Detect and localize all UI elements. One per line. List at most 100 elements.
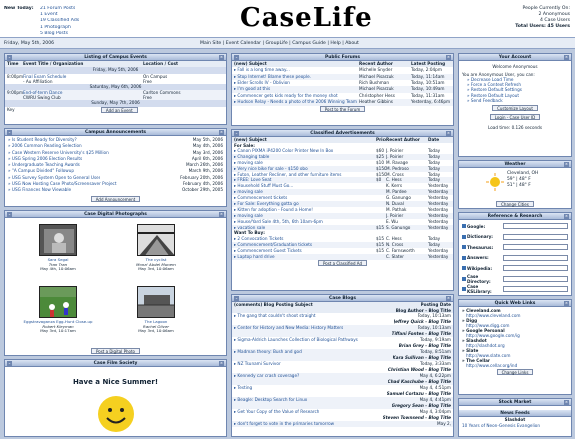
account-options: » Decrease Load Time» Force a Context Re… [459, 77, 571, 103]
reference-input[interactable] [503, 233, 568, 240]
reference-input[interactable] [503, 254, 568, 261]
close-icon[interactable]: × [446, 55, 451, 60]
reference-item: Google: [462, 221, 568, 232]
event-time: 9:00pm [7, 90, 23, 96]
link-url[interactable]: http://www.cellar.org/ind [462, 363, 568, 368]
reference-icon [462, 255, 466, 260]
reference-input[interactable] [503, 223, 568, 230]
nav-bar: Friday, May 5th, 2006 Main Site | Event … [0, 38, 575, 49]
weather-tomorrow: 51° | 48° F [507, 183, 531, 188]
event-org: - Au Affiliation [23, 78, 53, 84]
add-event-button[interactable]: Add an Event [100, 106, 138, 113]
news-feeds-title: News Feeds [500, 411, 530, 416]
collapse-icon[interactable]: – [7, 55, 12, 60]
close-icon[interactable]: × [564, 55, 569, 60]
blog-subject[interactable]: ▸ Center for History and New Media: Hist… [234, 325, 343, 331]
site-logo[interactable]: CaseLife [240, 3, 373, 34]
reference-label: Dictionary: [467, 234, 493, 240]
reference-item: Wikipedia: [462, 263, 568, 274]
collapse-icon[interactable]: – [7, 212, 12, 217]
login-button[interactable]: Login - Case User ID [489, 114, 541, 121]
current-date: Friday, May 5th, 2006 [4, 41, 55, 46]
post-photo-button[interactable]: Post a Digital Photo [90, 348, 141, 354]
want-to-buy-list: ▸ 2 Convocation Tickets $15 C. Hess Today ▸ … [232, 236, 453, 260]
blog-subject[interactable]: ▸ Get Your Copy of the Value of Research [234, 409, 319, 415]
photo-thumbnail[interactable] [39, 286, 77, 318]
close-icon[interactable]: × [219, 130, 224, 135]
blog-subject[interactable]: ▸ NZ Tsunami Survivor [234, 361, 281, 367]
post-forum-button[interactable]: Post to the Forum [319, 105, 366, 112]
blog-subject[interactable]: ▸ Sigma-Aldrich Launches Collection of B… [234, 337, 358, 343]
key-label: Key [7, 106, 15, 112]
col-price: Price [376, 137, 386, 142]
blog-subject[interactable]: ▸ The gang that couldn't shoot straight [234, 313, 316, 319]
close-icon[interactable]: × [219, 361, 224, 366]
reference-input[interactable] [503, 265, 568, 272]
announcement-link[interactable]: » USG Finances Now Viewable [8, 187, 71, 193]
collapse-icon[interactable]: – [234, 296, 239, 301]
close-icon[interactable]: × [446, 296, 451, 301]
nav-links[interactable]: Main Site | Event Calendar | GroupLife |… [200, 38, 359, 49]
for-sale-list: ▸ Canon PIXMA iP4200 Color Printer New I… [232, 148, 453, 231]
panel-title: Weather [504, 162, 526, 167]
collapse-icon[interactable]: – [7, 130, 12, 135]
reference-icon [462, 224, 466, 229]
post-classified-button[interactable]: Post a Classified Ad [318, 259, 367, 266]
account-option[interactable]: » Send Feedback [467, 98, 571, 103]
panel-title: Public Forums [325, 55, 360, 60]
film-graphic [95, 393, 137, 435]
blog-subject[interactable]: ▸ don't forget to vote in the primaries … [234, 421, 334, 427]
close-icon[interactable]: × [564, 214, 569, 219]
photo-caption: Sara Segal Tran Tran May 4th, 10:06am [23, 257, 93, 272]
change-cities-button[interactable]: Change Cities [496, 201, 534, 207]
collapse-icon[interactable]: – [7, 361, 12, 366]
change-links-button[interactable]: Change Links [496, 369, 534, 375]
reference-label: Thesaurus: [467, 244, 494, 250]
blog-list: ▸ The gang that couldn't shoot straight T… [232, 313, 453, 427]
customize-layout-button[interactable]: Customize Layout [492, 105, 538, 112]
reference-item: Case Directory: [462, 274, 568, 285]
blog-subject[interactable]: ▸ Beagle: Desktop Search for Linux [234, 397, 307, 403]
blog-subject[interactable]: ▸ Madman theory: Bush and god [234, 349, 302, 355]
panel-title: Case Digital Photographs [84, 212, 147, 217]
close-icon[interactable]: × [564, 301, 569, 306]
forum-author: Heather Gibbins [359, 99, 393, 105]
col-author: Recent Author [386, 137, 420, 142]
reference-item: Case KSLibrary: [462, 284, 568, 295]
reference-label: Answers: [467, 255, 489, 261]
close-icon[interactable]: × [564, 400, 569, 405]
panel-title: Stock Market [498, 400, 532, 405]
panel-title: Case Blogs [329, 296, 356, 301]
close-icon[interactable]: × [564, 162, 569, 167]
photo-thumbnail[interactable] [137, 224, 175, 256]
reference-list: Google: Dictionary: Thesaurus: Answers: Wiki… [459, 220, 571, 295]
table-row: ▸ don't forget to vote in the primaries … [232, 421, 453, 427]
photo-date: May 3rd, 10:17am [40, 328, 76, 334]
close-icon[interactable]: × [219, 212, 224, 217]
news-item[interactable]: 10 Years of Neon-Genesis Evangelion [459, 423, 571, 428]
add-announcement-button[interactable]: Add Announcement [90, 195, 141, 202]
reference-input[interactable] [503, 286, 568, 293]
reference-input[interactable] [503, 275, 568, 282]
collapse-icon[interactable]: – [234, 131, 239, 136]
photo-thumbnail[interactable] [39, 224, 77, 256]
collapse-icon[interactable]: – [234, 55, 239, 60]
reference-icon [462, 266, 466, 271]
panel-title: Quick Web Links [494, 301, 536, 306]
film-panel: – Case Film Society × Have a Nice Summer! [4, 359, 227, 437]
stat-blog-posts[interactable]: 5 Blog Posts [40, 31, 68, 37]
close-icon[interactable]: × [446, 131, 451, 136]
photo-date: May 3rd, 10:06am [138, 328, 174, 334]
ad-date: Yesterday [428, 253, 449, 259]
reference-item: Answers: [462, 253, 568, 264]
events-panel: – Listing of Campus Events × Time Event Tit… [4, 53, 227, 125]
close-icon[interactable]: × [219, 55, 224, 60]
blog-subject[interactable]: ▸ Kennedy car crash coverage? [234, 373, 299, 379]
col-date: Date [428, 137, 440, 142]
photo-caption: The Lagoon Rachel Oliver May 3rd, 10:06am [121, 319, 191, 334]
stock-news-panel: Stock Market × News Feeds Slashdot 10 Yea… [458, 398, 572, 437]
blog-subject[interactable]: ▸ Testing [234, 385, 252, 391]
photo-thumbnail[interactable] [137, 286, 175, 318]
reference-input[interactable] [503, 244, 568, 251]
forum-date: Yesterday, 6:46pm [411, 99, 451, 105]
